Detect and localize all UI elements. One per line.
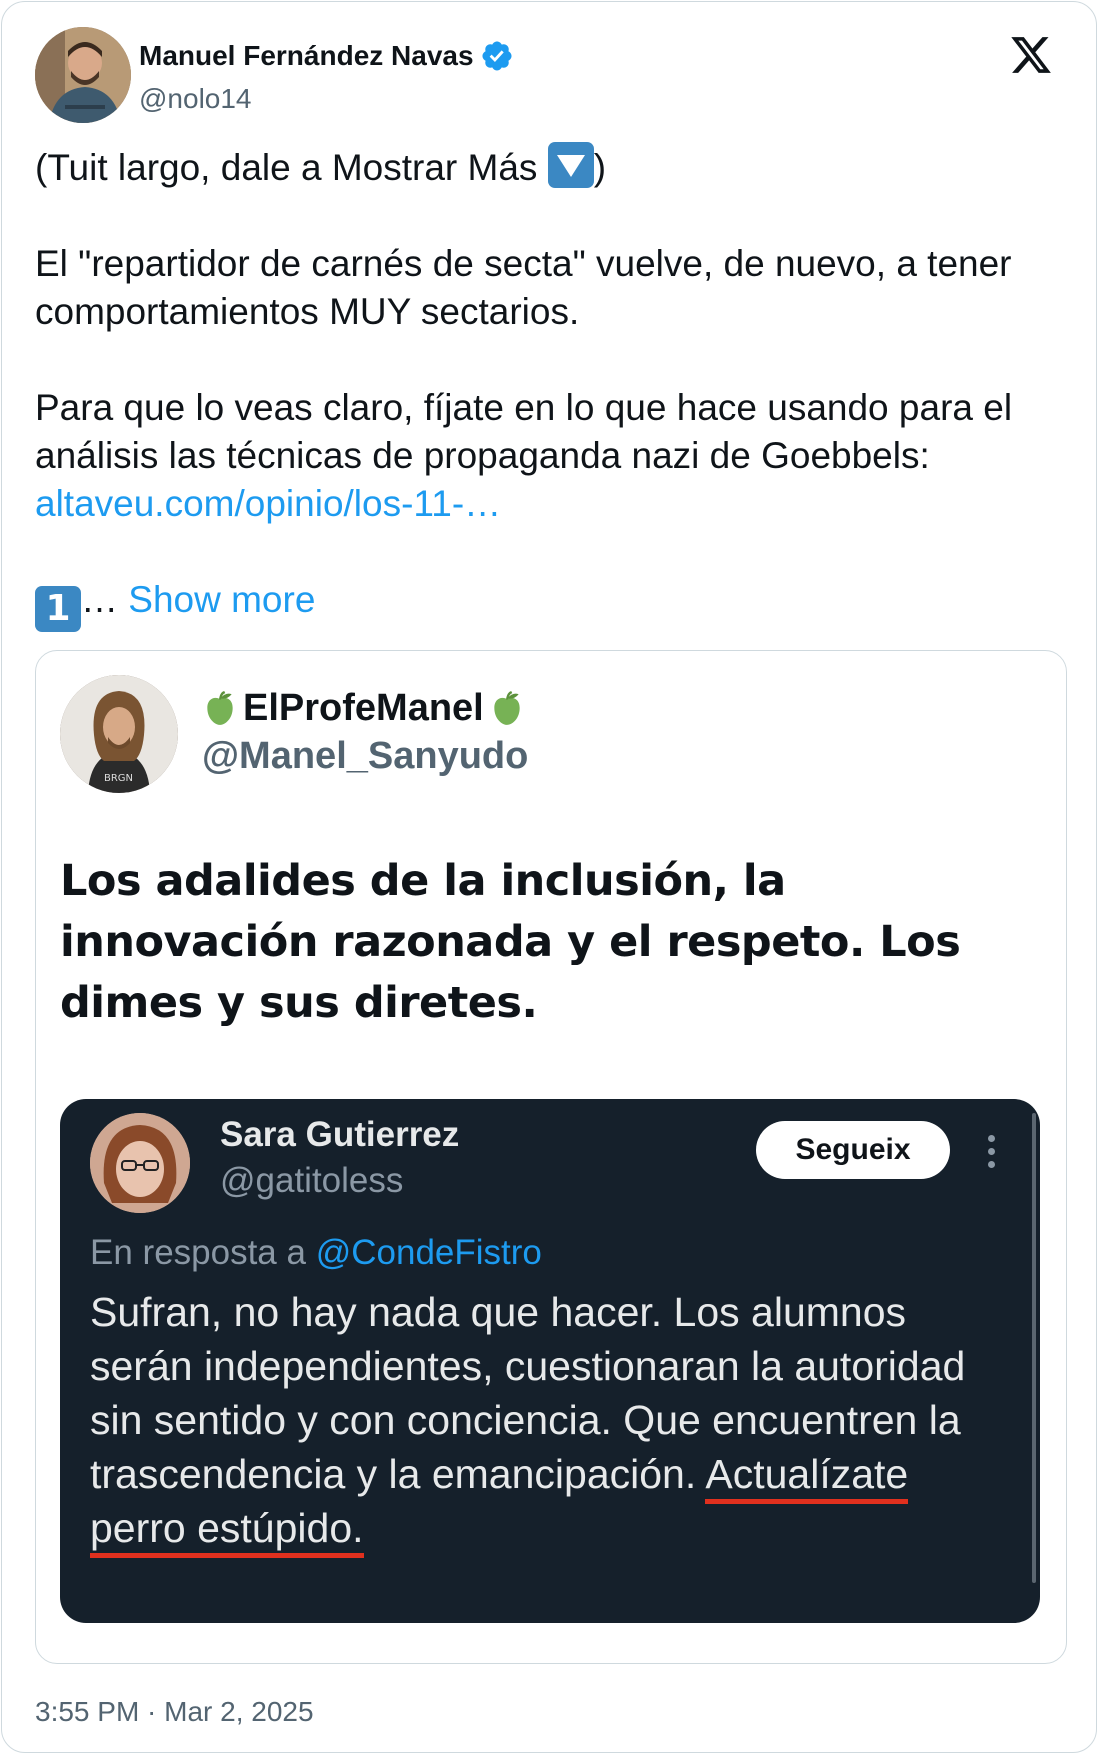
author-handle[interactable]: @nolo14: [139, 83, 252, 115]
tweet-text-intro: (Tuit largo, dale a Mostrar Más: [35, 147, 548, 188]
article-link[interactable]: altaveu.com/opinio/los-11-…: [35, 483, 501, 524]
screenshot-scrollbar: [1032, 1113, 1036, 1583]
x-logo-icon[interactable]: [1008, 33, 1054, 77]
tweet-text-paren: ): [593, 147, 607, 188]
quote-author-avatar[interactable]: BRGN: [60, 675, 178, 793]
green-apple-emoji-icon: [207, 690, 233, 725]
reply-handle: @CondeFistro: [315, 1233, 542, 1272]
show-more-link[interactable]: Show more: [128, 579, 315, 620]
follow-button: Segueix: [756, 1121, 950, 1179]
tweet-body: (Tuit largo, dale a Mostrar Más ) El "re…: [35, 142, 1075, 632]
reply-prefix: En resposta a: [90, 1233, 316, 1272]
quoted-tweet[interactable]: BRGN ElProfeManel @Manel_Sanyudo Los ada…: [35, 650, 1067, 1664]
tweet-timestamp[interactable]: 3:55 PM · Mar 2, 2025: [35, 1696, 314, 1728]
embedded-screenshot[interactable]: Sara Gutierrez @gatitoless Segueix En re…: [60, 1099, 1040, 1623]
tweet-paragraph-2: El "repartidor de carnés de secta" vuelv…: [35, 243, 1012, 332]
quote-author-name-row: ElProfeManel: [201, 687, 526, 730]
author-name-row: Manuel Fernández Navas: [139, 39, 514, 73]
reply-context: En resposta a @CondeFistro: [90, 1233, 542, 1273]
author-name[interactable]: Manuel Fernández Navas: [139, 40, 474, 72]
verified-badge-icon: [482, 41, 512, 71]
quote-author-name[interactable]: ElProfeManel: [243, 687, 484, 730]
screenshot-text: Sufran, no hay nada que hacer. Los alumn…: [90, 1285, 990, 1558]
tweet-card[interactable]: Manuel Fernández Navas @nolo14 (Tuit lar…: [1, 1, 1097, 1753]
down-arrow-emoji-icon: [547, 142, 594, 188]
ellipsis: …: [81, 579, 118, 620]
tweet-paragraph-1: (Tuit largo, dale a Mostrar Más ): [35, 142, 1075, 192]
keycap-one-emoji-icon: 1: [35, 586, 81, 632]
screenshot-author-handle: @gatitoless: [220, 1161, 404, 1200]
author-avatar[interactable]: [35, 27, 131, 123]
quote-author-handle[interactable]: @Manel_Sanyudo: [202, 735, 528, 778]
svg-text:BRGN: BRGN: [104, 773, 133, 784]
tweet-paragraph-4: 1… Show more: [35, 576, 1075, 632]
screenshot-author-name: Sara Gutierrez: [220, 1115, 460, 1154]
green-apple-emoji-icon: [494, 690, 520, 725]
screenshot-author-avatar: [90, 1113, 190, 1213]
quote-text: Los adalides de la inclusión, la innovac…: [60, 856, 961, 1028]
tweet-header: Manuel Fernández Navas @nolo14: [35, 27, 1066, 127]
more-options-icon: [988, 1135, 996, 1171]
tweet-paragraph-3: Para que lo veas claro, fíjate en lo que…: [35, 387, 1013, 476]
